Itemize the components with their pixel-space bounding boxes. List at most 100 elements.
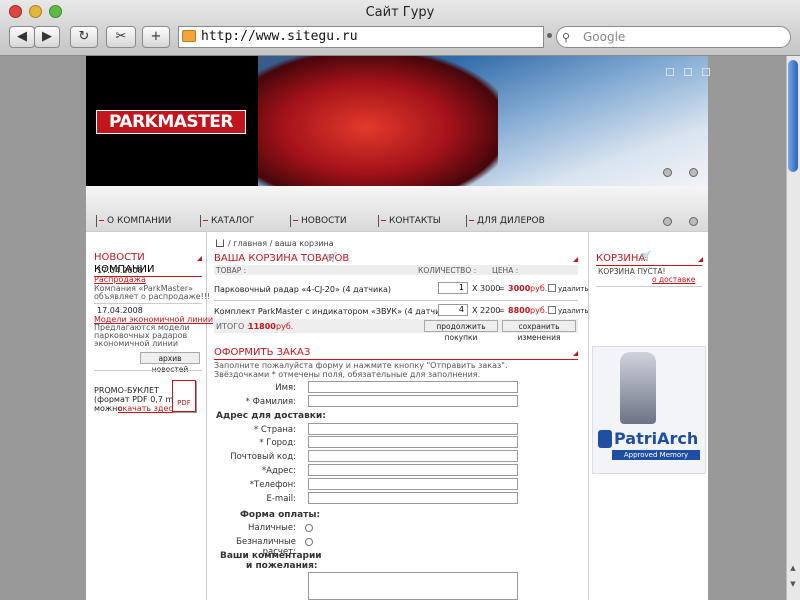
phone-label: *Телефон: (249, 480, 296, 490)
cart-table-header (214, 265, 578, 275)
save-changes-button[interactable]: сохранить изменения (502, 320, 576, 342)
scroll-up-icon[interactable]: ▲ (788, 564, 798, 578)
news-divider (94, 303, 202, 304)
address-heading: Адрес для доставки: (216, 411, 326, 421)
line-currency: руб. (530, 284, 548, 293)
zip-label: Почтовый код: (230, 452, 296, 462)
email-label: E-mail: (266, 494, 296, 504)
comments-textarea[interactable] (308, 572, 518, 600)
menu-item-news[interactable]: НОВОСТИ (290, 215, 370, 227)
zip-field[interactable] (308, 450, 518, 462)
add-bookmark-button[interactable]: + (142, 26, 170, 48)
patriarch-logo-icon (598, 430, 612, 448)
corner-mark-icon (197, 256, 202, 261)
delete-label: удалить (558, 285, 589, 293)
promo-divider (94, 370, 202, 371)
cashless-radio[interactable] (305, 538, 313, 546)
mail-icon[interactable] (684, 68, 692, 76)
name-field[interactable] (308, 381, 518, 393)
sitemap-icon[interactable] (702, 68, 710, 76)
city-field[interactable] (308, 436, 518, 448)
corner-mark-icon (698, 257, 703, 262)
surname-field[interactable] (308, 395, 518, 407)
url-text: http://www.sitegu.ru (201, 29, 358, 44)
home-breadcrumb-icon[interactable] (216, 239, 224, 247)
home-icon[interactable] (666, 68, 674, 76)
breadcrumb: / главная / ваша корзина (228, 239, 334, 248)
cart-icon: 🛒 (326, 253, 338, 263)
window-title: Сайт Гуру (365, 5, 435, 20)
order-heading-text: ОФОРМИТЬ ЗАКАЗ (214, 347, 311, 358)
delete-checkbox[interactable] (548, 284, 556, 292)
total-currency: руб. (276, 322, 294, 331)
quantity-input[interactable]: 1 (438, 282, 468, 294)
line-total: 3000 (508, 284, 531, 293)
search-input[interactable]: Google (556, 26, 791, 48)
back-button[interactable]: ◀ (9, 26, 35, 48)
news-heading-red: НОВОСТИ (94, 252, 145, 263)
col-price: ЦЕНА : (492, 266, 519, 275)
news-text: экономичной линии (94, 339, 179, 348)
total-label: ИТОГО : (216, 322, 250, 331)
email-field[interactable] (308, 492, 518, 504)
delete-checkbox[interactable] (548, 306, 556, 314)
cart-item-name: Парковочный радар «4-CJ-20» (4 датчика) (214, 285, 392, 294)
equals-sign: = (498, 284, 505, 293)
promo-download-link[interactable]: скачать здесь (118, 404, 178, 414)
unit-price: X 3000 (472, 284, 501, 293)
magnifier-icon: ⚲ (562, 31, 571, 44)
basket-divider (596, 286, 702, 287)
menu-item-company[interactable]: О КОМПАНИИ (96, 215, 196, 227)
row-divider (214, 300, 578, 301)
continue-shopping-button[interactable]: продолжить покупки (424, 320, 498, 342)
menu-item-dealers[interactable]: ДЛЯ ДИЛЕРОВ (466, 215, 576, 227)
comments-heading: Ваши комментарии (220, 551, 322, 561)
unit-price: X 2200 (472, 306, 501, 315)
address-field[interactable] (308, 464, 518, 476)
total-value: 11800 (248, 322, 276, 331)
phone-field[interactable] (308, 478, 518, 490)
basket-heading-text: КОРЗИНА (596, 253, 646, 264)
hero-car-image (258, 56, 498, 186)
menu-round-right-icon[interactable] (689, 217, 698, 226)
order-intro: Звёздочками * отмечены поля, обязательны… (214, 370, 481, 379)
scroll-down-icon[interactable]: ▼ (788, 580, 798, 594)
search-placeholder: Google (583, 30, 626, 44)
payment-heading: Форма оплаты: (240, 510, 321, 520)
pdf-icon[interactable]: PDF (172, 380, 196, 412)
name-label: Имя: (275, 383, 296, 393)
banner-next-icon[interactable] (689, 168, 698, 177)
address-dot-icon (547, 33, 552, 38)
snapback-button[interactable]: ✂ (106, 26, 136, 48)
menu-round-left-icon[interactable] (663, 217, 672, 226)
menu-divider (86, 231, 708, 232)
ad-tagline: Approved Memory (612, 450, 700, 460)
delete-label: удалить (558, 307, 589, 315)
surname-label: * Фамилия: (245, 397, 296, 407)
banner-prev-icon[interactable] (663, 168, 672, 177)
country-field[interactable] (308, 423, 518, 435)
robot-image (620, 352, 656, 424)
scissors-icon: ✂ (115, 29, 127, 44)
country-label: * Страна: (253, 425, 296, 435)
delivery-link[interactable]: о доставке (652, 275, 695, 285)
line-total: 8800 (508, 306, 531, 315)
cash-label: Наличные: (248, 523, 296, 533)
corner-mark-icon (573, 351, 578, 356)
scrollbar-thumb[interactable] (788, 60, 798, 172)
ad-brand: PatriArch (614, 429, 699, 448)
address-label: *Адрес: (261, 466, 296, 476)
cash-radio[interactable] (305, 524, 313, 532)
pdf-label: PDF (177, 399, 191, 407)
menu-item-contacts[interactable]: КОНТАКТЫ (378, 215, 458, 227)
forward-button[interactable]: ▶ (34, 26, 60, 48)
menu-item-catalog[interactable]: КАТАЛОГ (200, 215, 280, 227)
line-currency: руб. (530, 306, 548, 315)
reload-button[interactable]: ↻ (70, 26, 98, 48)
news-archive-button[interactable]: архив новостей (140, 352, 200, 374)
basket-cart-icon: 🛒 (640, 252, 652, 262)
site-logo[interactable]: PARKMASTER (96, 110, 246, 134)
quantity-input[interactable]: 4 (438, 304, 468, 316)
right-column-divider (588, 232, 589, 600)
address-bar[interactable]: http://www.sitegu.ru (178, 26, 544, 48)
